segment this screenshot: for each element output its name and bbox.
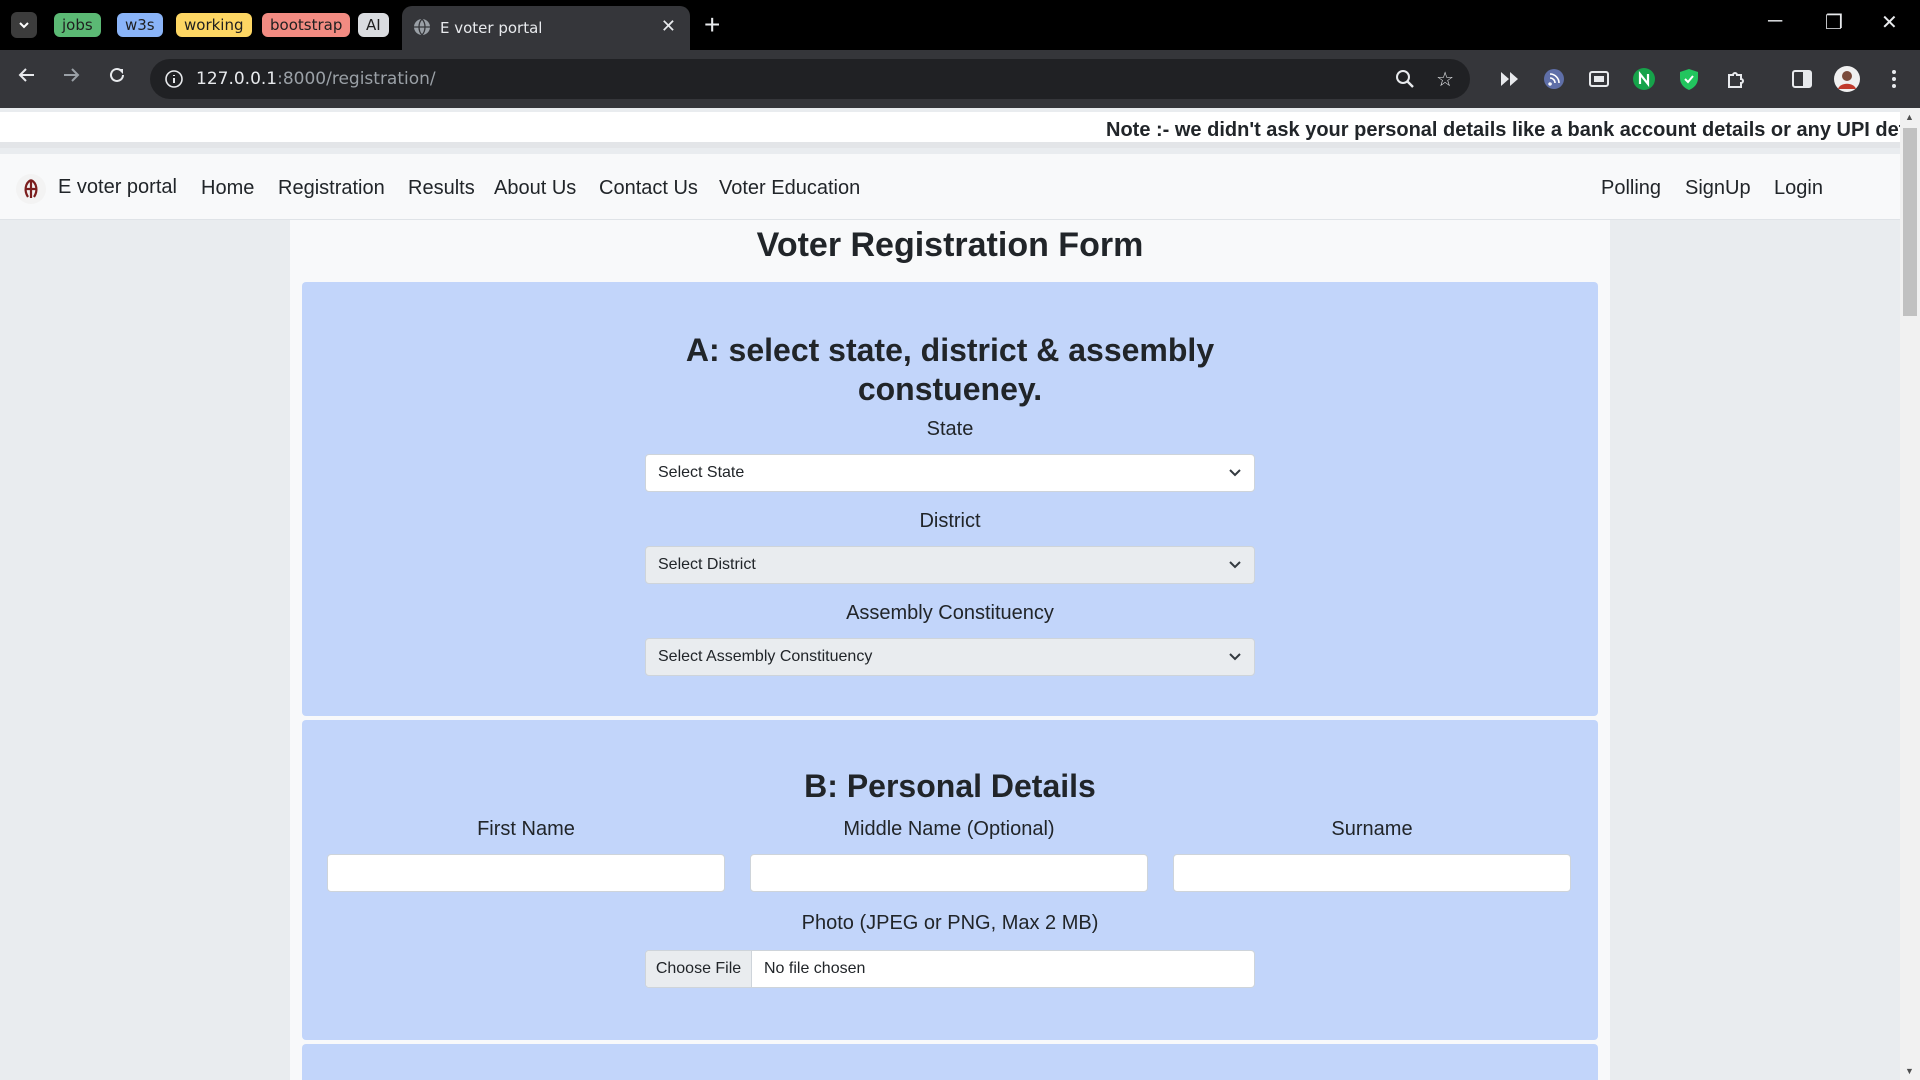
close-window-icon[interactable]: ✕ xyxy=(1881,10,1898,35)
district-select-value: Select District xyxy=(658,556,756,573)
tab-group-bootstrap[interactable]: bootstrap xyxy=(262,13,351,37)
forward-button[interactable] xyxy=(60,64,82,93)
side-panel-icon[interactable] xyxy=(1790,67,1814,91)
middle-name-input[interactable] xyxy=(750,854,1148,892)
nav-about-us[interactable]: About Us xyxy=(494,177,576,200)
site-info-icon[interactable] xyxy=(164,69,184,89)
more-menu-icon[interactable] xyxy=(1882,67,1906,91)
feed-extension-icon[interactable] xyxy=(1542,67,1566,91)
first-name-input[interactable] xyxy=(327,854,725,892)
registration-container: Voter Registration Form A: select state,… xyxy=(290,220,1610,1080)
file-status-text: No file chosen xyxy=(764,960,866,977)
brand-name[interactable]: E voter portal xyxy=(58,176,177,199)
chevron-down-icon xyxy=(1229,653,1241,661)
tab-group-w3s[interactable]: w3s xyxy=(117,13,163,37)
logo-icon xyxy=(24,179,38,198)
photo-file-input[interactable]: Choose File No file chosen xyxy=(645,950,1255,988)
chevron-down-icon xyxy=(1229,561,1241,569)
reload-icon xyxy=(110,67,124,82)
scroll-up-icon[interactable]: ▲ xyxy=(1905,112,1914,122)
minimize-icon[interactable]: ─ xyxy=(1768,10,1782,33)
nav-home[interactable]: Home xyxy=(201,177,254,200)
district-select[interactable]: Select District xyxy=(645,546,1255,584)
web-page: Note :- we didn't ask your personal deta… xyxy=(0,108,1920,1080)
zoom-icon[interactable] xyxy=(1394,68,1416,90)
state-label: State xyxy=(926,418,974,440)
back-button[interactable] xyxy=(16,64,38,93)
assembly-label: Assembly Constituency xyxy=(846,602,1054,624)
surname-input[interactable] xyxy=(1173,854,1571,892)
district-label: District xyxy=(919,510,981,532)
globe-icon xyxy=(414,18,430,36)
scroll-down-icon[interactable]: ▼ xyxy=(1905,1066,1914,1076)
scroll-thumb[interactable] xyxy=(1903,128,1917,316)
url-host: 127.0.0.1 xyxy=(196,69,278,89)
puzzle-extensions-icon[interactable] xyxy=(1724,67,1748,91)
state-select-value: Select State xyxy=(658,464,745,481)
state-select[interactable]: Select State xyxy=(645,454,1255,492)
nav-registration[interactable]: Registration xyxy=(278,177,385,200)
notice-text: Note :- we didn't ask your personal deta… xyxy=(1106,119,1900,141)
reload-button[interactable] xyxy=(106,64,128,93)
chevron-down-icon xyxy=(1229,469,1241,477)
close-tab-icon[interactable]: ✕ xyxy=(661,16,676,37)
choose-file-button[interactable]: Choose File xyxy=(646,951,752,987)
nav-results[interactable]: Results xyxy=(408,177,475,200)
arrow-right-icon xyxy=(64,68,80,82)
section-a-heading-line1: A: select state, district & assembly xyxy=(685,332,1215,368)
arrow-left-icon xyxy=(18,68,34,82)
section-c-partial xyxy=(302,1044,1598,1080)
tab-group-working[interactable]: working xyxy=(176,13,252,37)
tab-title: E voter portal xyxy=(440,19,543,37)
nav-login[interactable]: Login xyxy=(1774,177,1823,200)
active-tab[interactable]: E voter portal ✕ xyxy=(402,6,690,50)
tab-group-jobs[interactable]: jobs xyxy=(54,13,101,37)
shield-extension-icon[interactable] xyxy=(1677,67,1701,91)
tab-search-button[interactable] xyxy=(11,12,37,38)
brand-logo[interactable] xyxy=(16,174,46,204)
url-text: 127.0.0.1:8000/registration/ xyxy=(196,69,436,89)
fast-forward-extension-icon[interactable] xyxy=(1498,67,1522,91)
section-a-location: A: select state, district & assembly con… xyxy=(302,282,1598,716)
section-b-heading: B: Personal Details xyxy=(804,768,1096,804)
address-bar[interactable]: 127.0.0.1:8000/registration/ ☆ xyxy=(150,59,1470,99)
site-navbar: E voter portal Home Registration Results… xyxy=(0,154,1900,220)
n-extension-icon[interactable] xyxy=(1632,67,1656,91)
surname-label: Surname xyxy=(1331,818,1413,840)
profile-avatar[interactable] xyxy=(1834,66,1860,92)
nav-voter-education[interactable]: Voter Education xyxy=(719,177,860,200)
tab-group-ai[interactable]: AI xyxy=(358,13,389,37)
first-name-label: First Name xyxy=(477,818,575,840)
nav-signup[interactable]: SignUp xyxy=(1685,177,1751,200)
page-scrollbar[interactable]: ▲ ▼ xyxy=(1900,108,1920,1080)
assembly-select-value: Select Assembly Constituency xyxy=(658,648,873,665)
page-title: Voter Registration Form xyxy=(756,226,1144,264)
tab-strip: jobs w3s working bootstrap AI E voter po… xyxy=(0,0,1920,50)
restore-icon[interactable]: ❐ xyxy=(1825,10,1843,35)
new-tab-button[interactable]: + xyxy=(704,9,720,41)
section-b-personal: B: Personal Details First Name Middle Na… xyxy=(302,720,1598,1040)
notice-marquee: Note :- we didn't ask your personal deta… xyxy=(0,112,1900,148)
photo-label: Photo (JPEG or PNG, Max 2 MB) xyxy=(801,912,1099,934)
assembly-select[interactable]: Select Assembly Constituency xyxy=(645,638,1255,676)
screen-extension-icon[interactable] xyxy=(1587,67,1611,91)
middle-name-label: Middle Name (Optional) xyxy=(843,818,1055,840)
nav-polling[interactable]: Polling xyxy=(1601,177,1661,200)
url-path: :8000/registration/ xyxy=(277,69,436,89)
section-a-heading-line2: constueney. xyxy=(857,371,1043,407)
chevron-down-icon xyxy=(19,22,29,29)
bookmark-star-icon[interactable]: ☆ xyxy=(1436,67,1454,92)
nav-contact-us[interactable]: Contact Us xyxy=(599,177,698,200)
